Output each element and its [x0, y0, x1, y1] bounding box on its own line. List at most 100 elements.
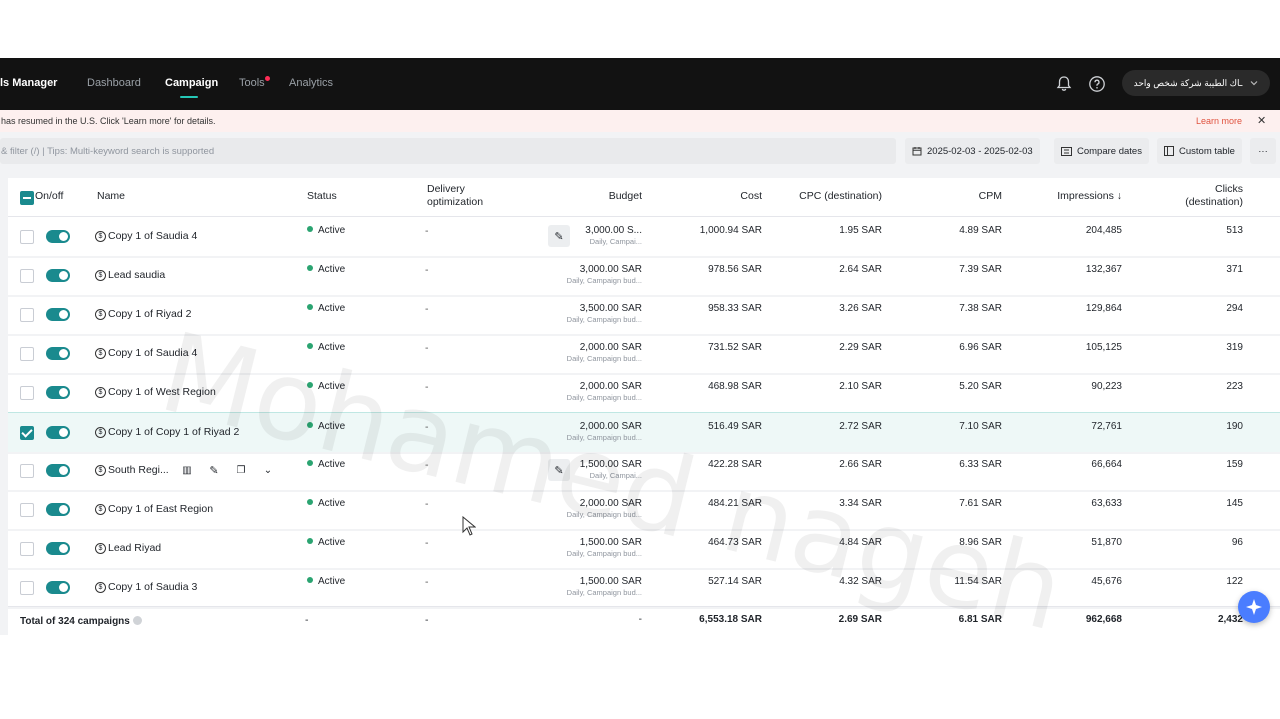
onoff-toggle[interactable] [46, 269, 70, 282]
budget-cell[interactable]: 2,000.00 SAR Daily, Campaign bud... [528, 342, 642, 363]
campaign-name-link[interactable]: Lead Riyad [108, 542, 161, 554]
totals-cpm: 6.81 SAR [958, 614, 1002, 625]
budget-cell[interactable]: 3,000.00 SAR Daily, Campaign bud... [528, 264, 642, 285]
campaign-name-link[interactable]: Lead saudia [108, 269, 165, 281]
help-icon[interactable] [1088, 75, 1106, 93]
table-row[interactable]: $ Lead Riyad Active - 1,500.00 SAR Daily, Cam… [8, 529, 1280, 570]
info-icon[interactable] [132, 616, 142, 625]
delivery-optimization: - [425, 459, 429, 471]
budget-cell[interactable]: 1,500.00 SAR Daily, Campaign bud... [528, 576, 642, 597]
nav-campaign[interactable]: Campaign [165, 77, 218, 89]
custom-table-button[interactable]: Custom table [1157, 138, 1242, 164]
campaign-name-link[interactable]: South Regi... [108, 464, 169, 476]
header-status[interactable]: Status [307, 190, 337, 203]
onoff-toggle[interactable] [46, 426, 70, 439]
budget-value: 2,000.00 SAR [579, 381, 642, 392]
status-label: Active [307, 576, 345, 587]
cpm-value: 8.96 SAR [959, 537, 1002, 548]
filter-search-input[interactable]: & filter (/) | Tips: Multi-keyword searc… [0, 138, 896, 164]
budget-type: Daily, Campaign bud... [566, 510, 642, 519]
row-checkbox[interactable] [20, 386, 34, 400]
edit-button[interactable]: ✎ [203, 459, 225, 481]
totals-cpc: 2.69 SAR [838, 614, 882, 625]
campaign-name-link[interactable]: Copy 1 of West Region [108, 386, 216, 398]
budget-cell[interactable]: 1,500.00 SAR Daily, Campaign bud... [528, 537, 642, 558]
status-label: Active [307, 264, 345, 275]
row-checkbox[interactable] [20, 464, 34, 478]
header-delivery[interactable]: Delivery optimization [427, 183, 483, 209]
header-impressions[interactable]: Impressions ↓ [1022, 190, 1122, 203]
onoff-toggle[interactable] [46, 347, 70, 360]
cpm-value: 7.38 SAR [959, 303, 1002, 314]
cpc-value: 4.32 SAR [839, 576, 882, 587]
budget-cell[interactable]: 3,500.00 SAR Daily, Campaign bud... [528, 303, 642, 324]
view-data-button[interactable]: ▥ [176, 459, 198, 481]
table-row[interactable]: $ Copy 1 of Saudia 3 Active - 1,500.00 SAR Da… [8, 568, 1280, 609]
row-checkbox[interactable] [20, 426, 34, 440]
budget-cell[interactable]: 1,500.00 SAR Daily, Campai... [528, 459, 642, 480]
onoff-toggle[interactable] [46, 386, 70, 399]
onoff-toggle[interactable] [46, 308, 70, 321]
header-cpc[interactable]: CPC (destination) [772, 190, 882, 203]
nav-tools[interactable]: Tools [239, 77, 265, 89]
table-row[interactable]: $ Copy 1 of Riyad 2 Active - 3,500.00 SAR Dai… [8, 295, 1280, 336]
table-row[interactable]: $ Copy 1 of East Region Active - 2,000.00 SA… [8, 490, 1280, 531]
nav-analytics[interactable]: Analytics [289, 77, 333, 89]
bell-icon[interactable] [1055, 75, 1073, 93]
row-checkbox[interactable] [20, 308, 34, 322]
campaign-name-link[interactable]: Copy 1 of Copy 1 of Riyad 2 [108, 426, 239, 438]
duplicate-button[interactable]: ❐ [230, 459, 252, 481]
campaign-name-link[interactable]: Copy 1 of Saudia 3 [108, 581, 197, 593]
row-checkbox[interactable] [20, 269, 34, 283]
more-options-button[interactable]: ··· [1250, 138, 1276, 164]
onoff-toggle[interactable] [46, 581, 70, 594]
date-range-picker[interactable]: 2025-02-03 - 2025-02-03 [905, 138, 1040, 164]
campaign-name-link[interactable]: Copy 1 of Riyad 2 [108, 308, 191, 320]
header-cpm[interactable]: CPM [902, 190, 1002, 203]
header-onoff[interactable]: On/off [35, 190, 63, 203]
select-all-checkbox[interactable] [20, 191, 34, 205]
table-row[interactable]: $ South Regi... Active - ✎ 1,500.00 SAR Daily,… [8, 451, 1280, 492]
account-selector[interactable]: ـاك الطيبة شركة شخص واحد [1122, 70, 1270, 96]
compare-dates-button[interactable]: Compare dates [1054, 138, 1149, 164]
onoff-toggle[interactable] [46, 542, 70, 555]
table-row[interactable]: $ Copy 1 of Copy 1 of Riyad 2 Active - 2,000… [8, 412, 1280, 454]
table-row[interactable]: $ Copy 1 of Saudia 4 Active - ✎ 3,000.00 S...… [8, 217, 1280, 258]
more-actions-button[interactable]: ⌄ [257, 459, 279, 481]
onoff-toggle[interactable] [46, 503, 70, 516]
row-checkbox[interactable] [20, 347, 34, 361]
row-checkbox[interactable] [20, 581, 34, 595]
campaign-name-link[interactable]: Copy 1 of East Region [108, 503, 213, 515]
budget-cell[interactable]: 2,000.00 SAR Daily, Campaign bud... [528, 498, 642, 519]
cpc-value: 3.26 SAR [839, 303, 882, 314]
budget-type: Daily, Campaign bud... [566, 588, 642, 597]
status-label: Active [307, 537, 345, 548]
table-row[interactable]: $ Lead saudia Active - 3,000.00 SAR Daily, Ca… [8, 256, 1280, 297]
budget-cell[interactable]: 2,000.00 SAR Daily, Campaign bud... [528, 381, 642, 402]
row-checkbox[interactable] [20, 503, 34, 517]
clicks-value: 371 [1226, 264, 1243, 275]
cpm-value: 4.89 SAR [959, 225, 1002, 236]
campaign-name-link[interactable]: Copy 1 of Saudia 4 [108, 230, 197, 242]
onoff-toggle[interactable] [46, 230, 70, 243]
budget-cell[interactable]: 3,000.00 S... Daily, Campai... [528, 225, 642, 246]
clicks-value: 190 [1226, 421, 1243, 432]
table-row[interactable]: $ Copy 1 of Saudia 4 Active - 2,000.00 SAR Da… [8, 334, 1280, 375]
campaign-name-link[interactable]: Copy 1 of Saudia 4 [108, 347, 197, 359]
header-budget[interactable]: Budget [542, 190, 642, 203]
header-cost[interactable]: Cost [662, 190, 762, 203]
budget-cell[interactable]: 2,000.00 SAR Daily, Campaign bud... [528, 421, 642, 442]
onoff-toggle[interactable] [46, 464, 70, 477]
impressions-value: 51,870 [1091, 537, 1122, 548]
ai-assistant-button[interactable] [1238, 591, 1270, 623]
table-row[interactable]: $ Copy 1 of West Region Active - 2,000.00 SA… [8, 373, 1280, 414]
header-name[interactable]: Name [97, 190, 125, 203]
header-clicks[interactable]: Clicks (destination) [1142, 183, 1243, 209]
delivery-optimization: - [425, 576, 429, 588]
row-checkbox[interactable] [20, 230, 34, 244]
row-checkbox[interactable] [20, 542, 34, 556]
totals-cost: 6,553.18 SAR [699, 614, 762, 625]
nav-dashboard[interactable]: Dashboard [87, 77, 141, 89]
learn-more-link[interactable]: Learn more [1196, 116, 1242, 126]
close-icon[interactable]: ✕ [1257, 114, 1266, 127]
